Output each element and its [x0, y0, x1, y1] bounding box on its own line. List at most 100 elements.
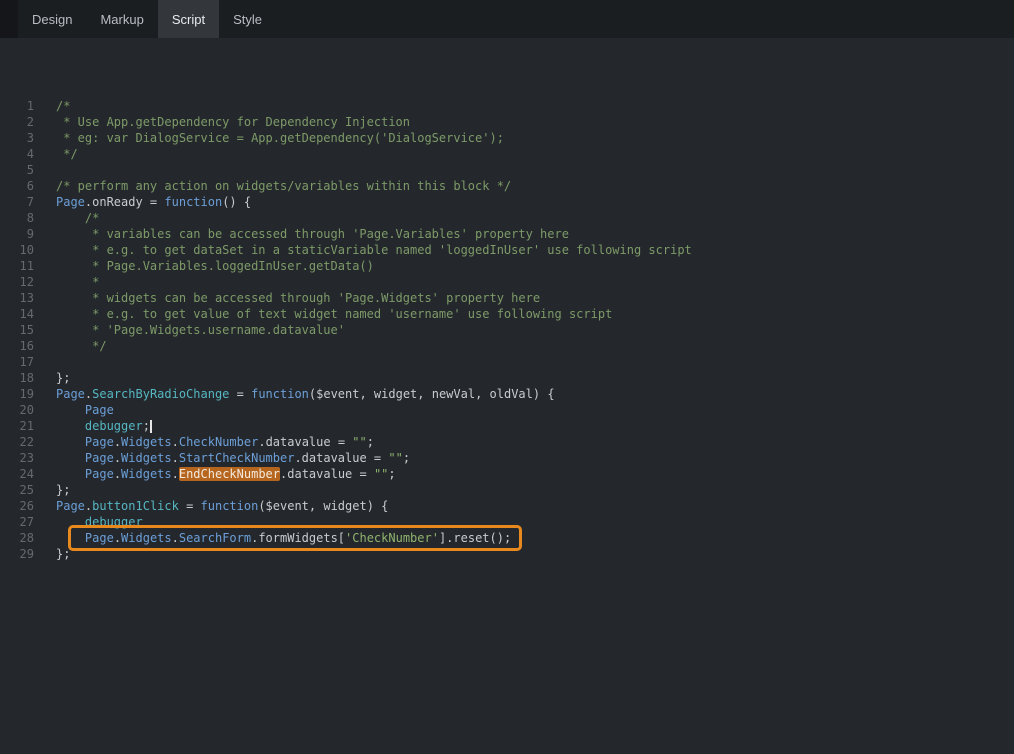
code-line[interactable]: 20 Page [0, 402, 1014, 418]
line-number: 22 [0, 434, 34, 450]
code-line[interactable]: 12 * [0, 274, 1014, 290]
line-number: 26 [0, 498, 34, 514]
code-token: }; [56, 547, 70, 561]
code-line[interactable]: 2 * Use App.getDependency for Dependency… [0, 114, 1014, 130]
code-token: * widgets can be accessed through 'Page.… [56, 291, 540, 305]
code-token: . [114, 531, 121, 545]
code-token: . [114, 435, 121, 449]
code-token [56, 531, 85, 545]
code-text: Page.Widgets.CheckNumber.datavalue = ""; [56, 434, 374, 450]
code-token: ; [403, 451, 410, 465]
line-number: 27 [0, 514, 34, 530]
tab-script[interactable]: Script [158, 0, 219, 38]
code-line[interactable]: 18}; [0, 370, 1014, 386]
line-number: 2 [0, 114, 34, 130]
code-line[interactable]: 24 Page.Widgets.EndCheckNumber.datavalue… [0, 466, 1014, 482]
code-token: StartCheckNumber [179, 451, 295, 465]
code-token: * 'Page.Widgets.username.datavalue' [56, 323, 345, 337]
code-text: debugger [56, 514, 143, 530]
code-line[interactable]: 21 debugger; [0, 418, 1014, 434]
code-token: Page [85, 467, 114, 481]
code-token: .datavalue = [280, 467, 374, 481]
code-text: Page.SearchByRadioChange = function($eve… [56, 386, 555, 402]
code-text: * Use App.getDependency for Dependency I… [56, 114, 410, 130]
tab-markup[interactable]: Markup [86, 0, 157, 38]
code-text: * variables can be accessed through 'Pag… [56, 226, 569, 242]
code-token: . [172, 467, 179, 481]
code-text: * [56, 274, 99, 290]
code-line[interactable]: 11 * Page.Variables.loggedInUser.getData… [0, 258, 1014, 274]
code-token: ; [367, 435, 374, 449]
code-line[interactable]: 6/* perform any action on widgets/variab… [0, 178, 1014, 194]
code-token [56, 435, 85, 449]
line-number: 5 [0, 162, 34, 178]
code-text: */ [56, 338, 107, 354]
code-token: ; [388, 467, 395, 481]
code-token: /* perform any action on widgets/variabl… [56, 179, 511, 193]
code-token: * Use App.getDependency for Dependency I… [56, 115, 410, 129]
code-token [56, 419, 85, 433]
code-line[interactable]: 13 * widgets can be accessed through 'Pa… [0, 290, 1014, 306]
text-cursor [150, 420, 152, 433]
code-line[interactable]: 3 * eg: var DialogService = App.getDepen… [0, 130, 1014, 146]
code-token: Page [85, 403, 114, 417]
line-number: 1 [0, 98, 34, 114]
code-line[interactable]: 19Page.SearchByRadioChange = function($e… [0, 386, 1014, 402]
code-line[interactable]: 9 * variables can be accessed through 'P… [0, 226, 1014, 242]
code-line[interactable]: 4 */ [0, 146, 1014, 162]
line-number: 29 [0, 546, 34, 562]
code-token: "" [374, 467, 388, 481]
code-token: ].reset(); [439, 531, 511, 545]
code-token: .datavalue = [294, 451, 388, 465]
code-line[interactable]: 27 debugger [0, 514, 1014, 530]
search-match-highlight: EndCheckNumber [179, 467, 280, 481]
code-line[interactable]: 5 [0, 162, 1014, 178]
script-editor[interactable]: 1/*2 * Use App.getDependency for Depende… [0, 38, 1014, 754]
tab-style[interactable]: Style [219, 0, 276, 38]
code-text: */ [56, 146, 78, 162]
code-token: * e.g. to get dataSet in a staticVariabl… [56, 243, 692, 257]
code-token: Widgets [121, 435, 172, 449]
code-line[interactable]: 26Page.button1Click = function($event, w… [0, 498, 1014, 514]
code-line[interactable]: 28 Page.Widgets.SearchForm.formWidgets['… [0, 530, 1014, 546]
code-line[interactable]: 29}; [0, 546, 1014, 562]
code-token: Page [85, 531, 114, 545]
line-number: 17 [0, 354, 34, 370]
code-token: ($event, widget, newVal, oldVal) { [309, 387, 555, 401]
code-token: Page [56, 195, 85, 209]
code-text: }; [56, 546, 70, 562]
code-line[interactable]: 8 /* [0, 210, 1014, 226]
code-text: * e.g. to get value of text widget named… [56, 306, 612, 322]
tab-design[interactable]: Design [18, 0, 86, 38]
code-token [56, 451, 85, 465]
code-token: . [114, 467, 121, 481]
code-token: Widgets [121, 451, 172, 465]
code-line[interactable]: 22 Page.Widgets.CheckNumber.datavalue = … [0, 434, 1014, 450]
code-line[interactable]: 16 */ [0, 338, 1014, 354]
code-token: CheckNumber [179, 435, 258, 449]
code-token: * [56, 275, 99, 289]
code-text: Page.Widgets.EndCheckNumber.datavalue = … [56, 466, 396, 482]
code-token: "" [352, 435, 366, 449]
code-token: . [114, 451, 121, 465]
code-line[interactable]: 7Page.onReady = function() { [0, 194, 1014, 210]
code-token: Widgets [121, 531, 172, 545]
line-number: 13 [0, 290, 34, 306]
line-number: 9 [0, 226, 34, 242]
code-line[interactable]: 10 * e.g. to get dataSet in a staticVari… [0, 242, 1014, 258]
code-line[interactable]: 25}; [0, 482, 1014, 498]
code-line[interactable]: 15 * 'Page.Widgets.username.datavalue' [0, 322, 1014, 338]
code-token: Page [85, 451, 114, 465]
code-token: .formWidgets[ [251, 531, 345, 545]
code-token: .onReady = [85, 195, 164, 209]
code-token: ($event, widget) { [258, 499, 388, 513]
code-line[interactable]: 1/* [0, 98, 1014, 114]
code-line[interactable]: 17 [0, 354, 1014, 370]
code-area[interactable]: 1/*2 * Use App.getDependency for Depende… [0, 38, 1014, 562]
code-token: Widgets [121, 467, 172, 481]
code-token: . [172, 435, 179, 449]
line-number: 21 [0, 418, 34, 434]
code-line[interactable]: 23 Page.Widgets.StartCheckNumber.dataval… [0, 450, 1014, 466]
tab-bar-left-spacer [0, 0, 18, 38]
code-line[interactable]: 14 * e.g. to get value of text widget na… [0, 306, 1014, 322]
